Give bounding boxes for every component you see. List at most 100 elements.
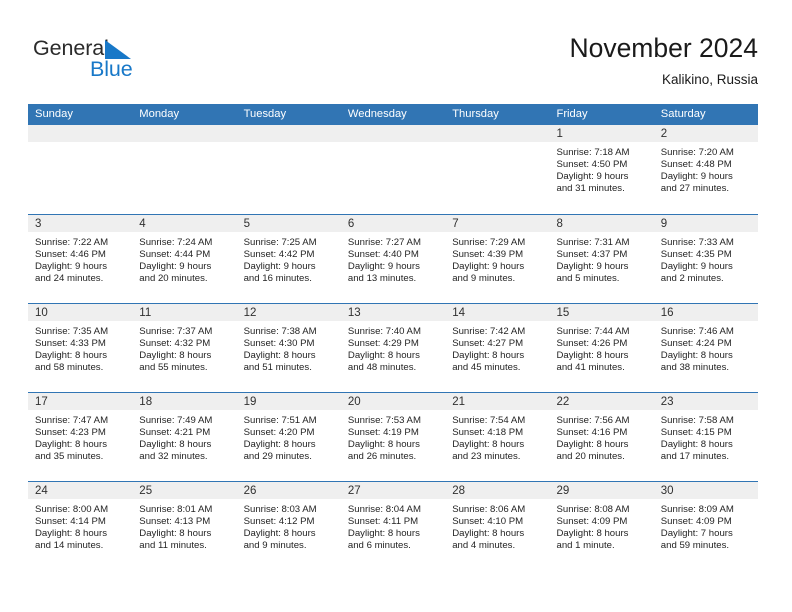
daylight-duration-line2: and 1 minute. bbox=[556, 539, 615, 551]
calendar-day-cell[interactable]: 17 Sunrise: 7:47 AM Sunset: 4:23 PM Dayligh… bbox=[28, 391, 133, 481]
day-details: Sunrise: 7:56 AM Sunset: 4:16 PM Daylight:… bbox=[549, 410, 653, 463]
daylight-duration-line1: Daylight: 8 hours bbox=[556, 438, 629, 450]
daylight-duration-line2: and 35 minutes. bbox=[35, 450, 104, 462]
weekday-header-monday: Monday bbox=[132, 104, 237, 125]
sunrise-time: Sunrise: 7:37 AM bbox=[139, 325, 213, 337]
daylight-duration-line1: Daylight: 8 hours bbox=[243, 527, 316, 539]
calendar-day-cell[interactable]: 20 Sunrise: 7:53 AM Sunset: 4:19 PM Dayligh… bbox=[340, 391, 446, 481]
sunset-time: Sunset: 4:35 PM bbox=[660, 248, 732, 260]
day-number: 18 bbox=[132, 392, 237, 410]
calendar-day-cell[interactable]: 26 Sunrise: 8:03 AM Sunset: 4:12 PM Dayligh… bbox=[236, 480, 341, 570]
sunset-time: Sunset: 4:44 PM bbox=[139, 248, 211, 260]
day-number: 6 bbox=[340, 214, 446, 232]
day-number: 13 bbox=[340, 303, 446, 321]
calendar-day-cell-empty bbox=[340, 125, 446, 214]
calendar-day-cell[interactable]: 8 Sunrise: 7:31 AM Sunset: 4:37 PM Daylight… bbox=[549, 213, 654, 303]
day-details: Sunrise: 8:00 AM Sunset: 4:14 PM Daylight:… bbox=[28, 499, 132, 552]
weekday-header-friday: Friday bbox=[549, 104, 654, 125]
sunrise-time: Sunrise: 7:29 AM bbox=[452, 236, 526, 248]
calendar-day-cell[interactable]: 11 Sunrise: 7:37 AM Sunset: 4:32 PM Dayligh… bbox=[132, 302, 237, 392]
calendar-day-cell[interactable]: 12 Sunrise: 7:38 AM Sunset: 4:30 PM Dayligh… bbox=[236, 302, 341, 392]
calendar-day-cell[interactable]: 23 Sunrise: 7:58 AM Sunset: 4:15 PM Dayligh… bbox=[653, 391, 758, 481]
daylight-duration-line1: Daylight: 8 hours bbox=[452, 349, 525, 361]
sunset-time: Sunset: 4:11 PM bbox=[347, 515, 419, 527]
calendar-week-row: 17 Sunrise: 7:47 AM Sunset: 4:23 PM Dayligh… bbox=[28, 391, 758, 481]
daylight-duration-line1: Daylight: 8 hours bbox=[556, 527, 629, 539]
sunset-time: Sunset: 4:30 PM bbox=[243, 337, 315, 349]
calendar-day-cell[interactable]: 27 Sunrise: 8:04 AM Sunset: 4:11 PM Dayligh… bbox=[340, 480, 446, 570]
sunrise-time: Sunrise: 7:58 AM bbox=[660, 414, 734, 426]
day-number: 23 bbox=[653, 392, 758, 410]
day-details: Sunrise: 7:25 AM Sunset: 4:42 PM Daylight:… bbox=[237, 232, 341, 285]
calendar-day-cell[interactable]: 29 Sunrise: 8:08 AM Sunset: 4:09 PM Dayligh… bbox=[549, 480, 654, 570]
page-header: General Blue November 2024 Kalikino, Rus… bbox=[0, 0, 792, 100]
daylight-duration-line2: and 38 minutes. bbox=[660, 361, 730, 373]
generalblue-logo[interactable]: General Blue bbox=[33, 36, 213, 88]
calendar-day-cell[interactable]: 30 Sunrise: 8:09 AM Sunset: 4:09 PM Dayligh… bbox=[653, 480, 758, 570]
calendar-day-cell[interactable]: 22 Sunrise: 7:56 AM Sunset: 4:16 PM Dayligh… bbox=[549, 391, 654, 481]
calendar-week-row: 24 Sunrise: 8:00 AM Sunset: 4:14 PM Dayligh… bbox=[28, 480, 758, 570]
calendar-day-cell[interactable]: 9 Sunrise: 7:33 AM Sunset: 4:35 PM Daylight… bbox=[653, 213, 758, 303]
calendar-day-cell[interactable]: 25 Sunrise: 8:01 AM Sunset: 4:13 PM Dayligh… bbox=[132, 480, 237, 570]
calendar-week-row: 3 Sunrise: 7:22 AM Sunset: 4:46 PM Daylight… bbox=[28, 213, 758, 303]
sunset-time: Sunset: 4:26 PM bbox=[556, 337, 628, 349]
day-details: Sunrise: 7:31 AM Sunset: 4:37 PM Daylight:… bbox=[549, 232, 653, 285]
sunrise-time: Sunrise: 8:08 AM bbox=[556, 503, 630, 515]
daylight-duration-line1: Daylight: 8 hours bbox=[243, 438, 316, 450]
calendar-day-cell[interactable]: 7 Sunrise: 7:29 AM Sunset: 4:39 PM Daylight… bbox=[445, 213, 550, 303]
calendar-day-cell[interactable]: 5 Sunrise: 7:25 AM Sunset: 4:42 PM Daylight… bbox=[236, 213, 341, 303]
calendar-day-cell-empty bbox=[236, 125, 341, 214]
daylight-duration-line1: Daylight: 9 hours bbox=[660, 171, 733, 183]
calendar-day-cell[interactable]: 21 Sunrise: 7:54 AM Sunset: 4:18 PM Dayligh… bbox=[445, 391, 550, 481]
daylight-duration-line2: and 58 minutes. bbox=[35, 361, 104, 373]
daylight-duration-line1: Daylight: 8 hours bbox=[347, 527, 420, 539]
calendar-day-cell[interactable]: 28 Sunrise: 8:06 AM Sunset: 4:10 PM Dayligh… bbox=[445, 480, 550, 570]
sunrise-time: Sunrise: 8:06 AM bbox=[452, 503, 526, 515]
calendar-day-cell[interactable]: 4 Sunrise: 7:24 AM Sunset: 4:44 PM Daylight… bbox=[132, 213, 237, 303]
daylight-duration-line2: and 55 minutes. bbox=[139, 361, 208, 373]
day-details: Sunrise: 7:44 AM Sunset: 4:26 PM Daylight:… bbox=[549, 321, 653, 374]
daylight-duration-line1: Daylight: 8 hours bbox=[452, 438, 525, 450]
day-details: Sunrise: 7:47 AM Sunset: 4:23 PM Daylight:… bbox=[28, 410, 132, 463]
day-number: 27 bbox=[340, 481, 446, 499]
day-details: Sunrise: 7:38 AM Sunset: 4:30 PM Daylight:… bbox=[237, 321, 341, 374]
calendar-day-cell[interactable]: 3 Sunrise: 7:22 AM Sunset: 4:46 PM Daylight… bbox=[28, 213, 133, 303]
daylight-duration-line1: Daylight: 8 hours bbox=[452, 527, 525, 539]
sunset-time: Sunset: 4:15 PM bbox=[660, 426, 732, 438]
calendar-day-cell[interactable]: 16 Sunrise: 7:46 AM Sunset: 4:24 PM Dayligh… bbox=[653, 302, 758, 392]
daylight-duration-line1: Daylight: 9 hours bbox=[35, 260, 107, 272]
weekday-header-sunday: Sunday bbox=[28, 104, 133, 125]
daylight-duration-line2: and 27 minutes. bbox=[660, 183, 730, 195]
calendar-day-cell[interactable]: 10 Sunrise: 7:35 AM Sunset: 4:33 PM Dayligh… bbox=[28, 302, 133, 392]
calendar-day-cell[interactable]: 1 Sunrise: 7:18 AM Sunset: 4:50 PM Daylight… bbox=[549, 125, 654, 214]
calendar-day-cell[interactable]: 14 Sunrise: 7:42 AM Sunset: 4:27 PM Dayligh… bbox=[445, 302, 550, 392]
daylight-duration-line1: Daylight: 9 hours bbox=[243, 260, 316, 272]
calendar-day-cell[interactable]: 15 Sunrise: 7:44 AM Sunset: 4:26 PM Dayligh… bbox=[549, 302, 654, 392]
sunset-time: Sunset: 4:18 PM bbox=[452, 426, 524, 438]
daylight-duration-line2: and 59 minutes. bbox=[660, 539, 730, 551]
sunrise-time: Sunrise: 8:01 AM bbox=[139, 503, 213, 515]
calendar-day-cell[interactable]: 6 Sunrise: 7:27 AM Sunset: 4:40 PM Daylight… bbox=[340, 213, 446, 303]
sunrise-time: Sunrise: 8:03 AM bbox=[243, 503, 317, 515]
day-number: 28 bbox=[445, 481, 550, 499]
daylight-duration-line2: and 5 minutes. bbox=[556, 272, 620, 284]
calendar-day-cell-empty bbox=[445, 125, 550, 214]
sunrise-time: Sunrise: 7:24 AM bbox=[139, 236, 213, 248]
day-number bbox=[340, 125, 446, 142]
day-details: Sunrise: 7:54 AM Sunset: 4:18 PM Daylight:… bbox=[445, 410, 549, 463]
daylight-duration-line1: Daylight: 8 hours bbox=[556, 349, 629, 361]
daylight-duration-line1: Daylight: 8 hours bbox=[139, 438, 212, 450]
day-details: Sunrise: 7:37 AM Sunset: 4:32 PM Daylight:… bbox=[132, 321, 236, 374]
day-number: 14 bbox=[445, 303, 550, 321]
calendar-day-cell[interactable]: 13 Sunrise: 7:40 AM Sunset: 4:29 PM Dayligh… bbox=[340, 302, 446, 392]
daylight-duration-line2: and 31 minutes. bbox=[556, 183, 625, 195]
calendar-day-cell[interactable]: 24 Sunrise: 8:00 AM Sunset: 4:14 PM Dayligh… bbox=[28, 480, 133, 570]
calendar-day-cell[interactable]: 19 Sunrise: 7:51 AM Sunset: 4:20 PM Dayligh… bbox=[236, 391, 341, 481]
day-number: 16 bbox=[653, 303, 758, 321]
daylight-duration-line1: Daylight: 9 hours bbox=[347, 260, 420, 272]
logo-text-blue: Blue bbox=[90, 57, 133, 81]
day-details: Sunrise: 7:51 AM Sunset: 4:20 PM Daylight:… bbox=[237, 410, 341, 463]
sunrise-time: Sunrise: 7:56 AM bbox=[556, 414, 630, 426]
calendar-day-cell[interactable]: 18 Sunrise: 7:49 AM Sunset: 4:21 PM Dayligh… bbox=[132, 391, 237, 481]
calendar-day-cell[interactable]: 2 Sunrise: 7:20 AM Sunset: 4:48 PM Daylight… bbox=[653, 125, 758, 214]
